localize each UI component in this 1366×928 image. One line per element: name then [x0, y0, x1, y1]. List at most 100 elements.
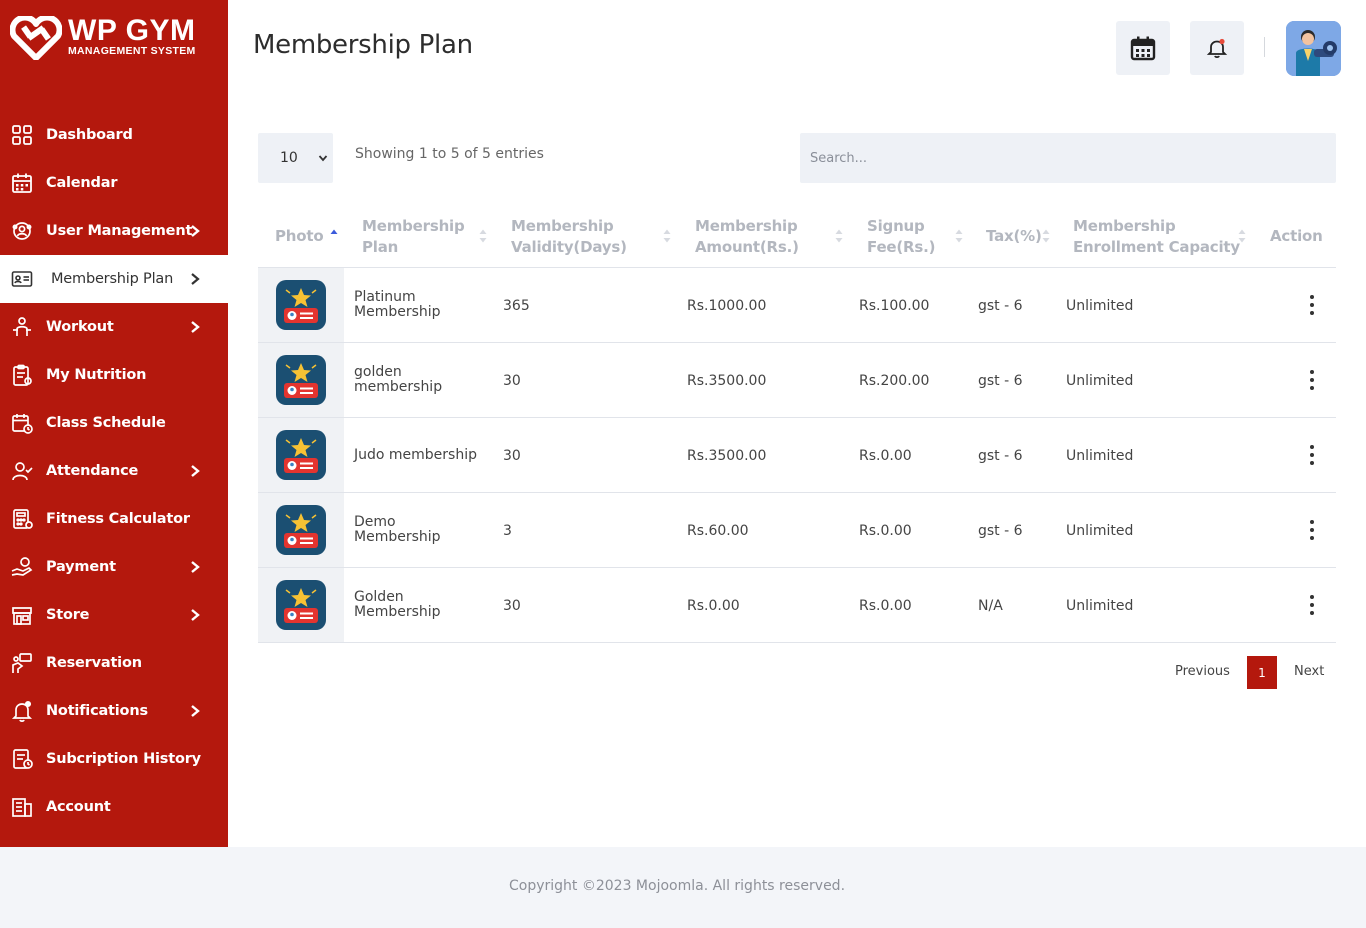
sidebar-item-payment[interactable]: Payment: [0, 543, 228, 591]
store-icon: [12, 607, 32, 625]
page-length-select[interactable]: 10: [258, 133, 333, 183]
membership-badge-icon[interactable]: [276, 505, 326, 555]
sidebar-item-label: Workout: [46, 319, 114, 335]
membership-amount: Rs.1000.00: [687, 298, 767, 314]
column-header-membership-plan[interactable]: Membership Plan: [362, 216, 465, 258]
sidebar-item-label: Store: [46, 607, 90, 623]
plan-name: Golden Membership: [354, 589, 441, 620]
column-header-signup-fee[interactable]: Signup Fee(Rs.): [867, 216, 935, 258]
tax: gst - 6: [978, 523, 1023, 539]
page-length-value: 10: [280, 150, 298, 166]
user-avatar[interactable]: [1286, 21, 1341, 76]
sidebar-item-user-management[interactable]: User Management: [0, 207, 228, 255]
photo-cell: [258, 268, 344, 342]
sidebar-item-label: User Management: [46, 223, 193, 239]
sidebar-item-label: Subcription History: [46, 751, 201, 767]
calculator-icon: [13, 509, 33, 529]
user-check-icon: [12, 462, 33, 481]
copyright-text: Copyright ©2023 Mojoomla. All rights res…: [509, 878, 846, 894]
pagination-page-1[interactable]: 1: [1247, 656, 1277, 689]
sort-icon[interactable]: [1042, 228, 1050, 244]
sort-icon[interactable]: [1238, 228, 1246, 244]
brand-subtitle: MANAGEMENT SYSTEM: [68, 45, 196, 57]
sort-icon[interactable]: [955, 228, 963, 244]
signup-fee: Rs.0.00: [859, 448, 912, 464]
plan-name: Platinum Membership: [354, 289, 441, 320]
sidebar: WP GYM MANAGEMENT SYSTEM Dashboard Calen…: [0, 0, 228, 847]
sidebar-item-label: Notifications: [46, 703, 148, 719]
chevron-right-icon: [191, 705, 200, 717]
membership-badge-icon[interactable]: [276, 355, 326, 405]
calendar-button[interactable]: [1116, 21, 1170, 75]
entries-info: Showing 1 to 5 of 5 entries: [355, 146, 544, 162]
more-options-icon[interactable]: [1306, 294, 1318, 316]
sort-icon[interactable]: [479, 228, 487, 244]
sidebar-item-notifications[interactable]: Notifications: [0, 687, 228, 735]
validity-days: 30: [503, 373, 521, 389]
signup-fee: Rs.200.00: [859, 373, 930, 389]
column-header-enrollment-capacity[interactable]: Membership Enrollment Capacity: [1073, 216, 1240, 258]
sidebar-item-calendar[interactable]: Calendar: [0, 159, 228, 207]
column-header-validity[interactable]: Membership Validity(Days): [511, 216, 627, 258]
validity-days: 30: [503, 448, 521, 464]
photo-cell: [258, 493, 344, 567]
sort-ascending-icon[interactable]: [330, 228, 338, 244]
more-options-icon[interactable]: [1306, 519, 1318, 541]
sidebar-nav: Dashboard Calendar User Management Membe…: [0, 111, 228, 831]
photo-cell: [258, 418, 344, 492]
sidebar-item-label: Payment: [46, 559, 116, 575]
membership-amount: Rs.3500.00: [687, 448, 767, 464]
table-header: Photo Membership Plan Membership Validit…: [258, 206, 1336, 268]
column-header-tax[interactable]: Tax(%): [986, 226, 1042, 247]
photo-cell: [258, 343, 344, 417]
sidebar-item-attendance[interactable]: Attendance: [0, 447, 228, 495]
sort-icon[interactable]: [663, 228, 671, 244]
enrollment-capacity: Unlimited: [1066, 598, 1134, 614]
sidebar-item-class-schedule[interactable]: Class Schedule: [0, 399, 228, 447]
sort-icon[interactable]: [835, 228, 843, 244]
brand-logo[interactable]: WP GYM MANAGEMENT SYSTEM: [10, 14, 220, 64]
sidebar-item-label: Membership Plan: [51, 271, 174, 287]
bell-icon: [1206, 38, 1228, 59]
sidebar-item-dashboard[interactable]: Dashboard: [0, 111, 228, 159]
sidebar-item-reservation[interactable]: Reservation: [0, 639, 228, 687]
sidebar-item-workout[interactable]: Workout: [0, 303, 228, 351]
membership-badge-icon[interactable]: [276, 430, 326, 480]
membership-badge-icon[interactable]: [276, 580, 326, 630]
more-options-icon[interactable]: [1306, 369, 1318, 391]
membership-plan-table: Photo Membership Plan Membership Validit…: [258, 206, 1336, 643]
sidebar-item-membership-plan[interactable]: Membership Plan: [0, 255, 228, 303]
footer: Copyright ©2023 Mojoomla. All rights res…: [0, 847, 1366, 928]
account-building-icon: [12, 798, 32, 817]
sidebar-item-label: Calendar: [46, 175, 118, 191]
bell-icon: [11, 700, 33, 722]
schedule-icon: [12, 414, 33, 434]
chevron-right-icon: [191, 561, 200, 573]
table-row: Judo membership 30 Rs.3500.00 Rs.0.00 gs…: [258, 418, 1336, 493]
signup-fee: Rs.0.00: [859, 523, 912, 539]
table-row: Demo Membership 3 Rs.60.00 Rs.0.00 gst -…: [258, 493, 1336, 568]
dumbbell-user-icon: [13, 317, 31, 336]
tax: gst - 6: [978, 298, 1023, 314]
pagination-previous[interactable]: Previous: [1175, 664, 1230, 679]
photo-cell: [258, 568, 344, 642]
enrollment-capacity: Unlimited: [1066, 523, 1134, 539]
more-options-icon[interactable]: [1306, 594, 1318, 616]
column-header-photo[interactable]: Photo: [275, 226, 324, 247]
sidebar-item-store[interactable]: Store: [0, 591, 228, 639]
pagination-next[interactable]: Next: [1294, 664, 1324, 679]
sidebar-item-label: Fitness Calculator: [46, 511, 190, 527]
more-options-icon[interactable]: [1306, 444, 1318, 466]
membership-badge-icon[interactable]: [276, 280, 326, 330]
enrollment-capacity: Unlimited: [1066, 298, 1134, 314]
chevron-right-icon: [191, 465, 200, 477]
sidebar-item-fitness-calculator[interactable]: Fitness Calculator: [0, 495, 228, 543]
notifications-button[interactable]: [1190, 21, 1244, 75]
sidebar-item-my-nutrition[interactable]: My Nutrition: [0, 351, 228, 399]
sidebar-item-account[interactable]: Account: [0, 783, 228, 831]
search-input[interactable]: [800, 133, 1336, 183]
sidebar-item-subscription-history[interactable]: Subcription History: [0, 735, 228, 783]
tax: N/A: [978, 598, 1003, 614]
chevron-right-icon: [191, 609, 200, 621]
column-header-amount[interactable]: Membership Amount(Rs.): [695, 216, 799, 258]
